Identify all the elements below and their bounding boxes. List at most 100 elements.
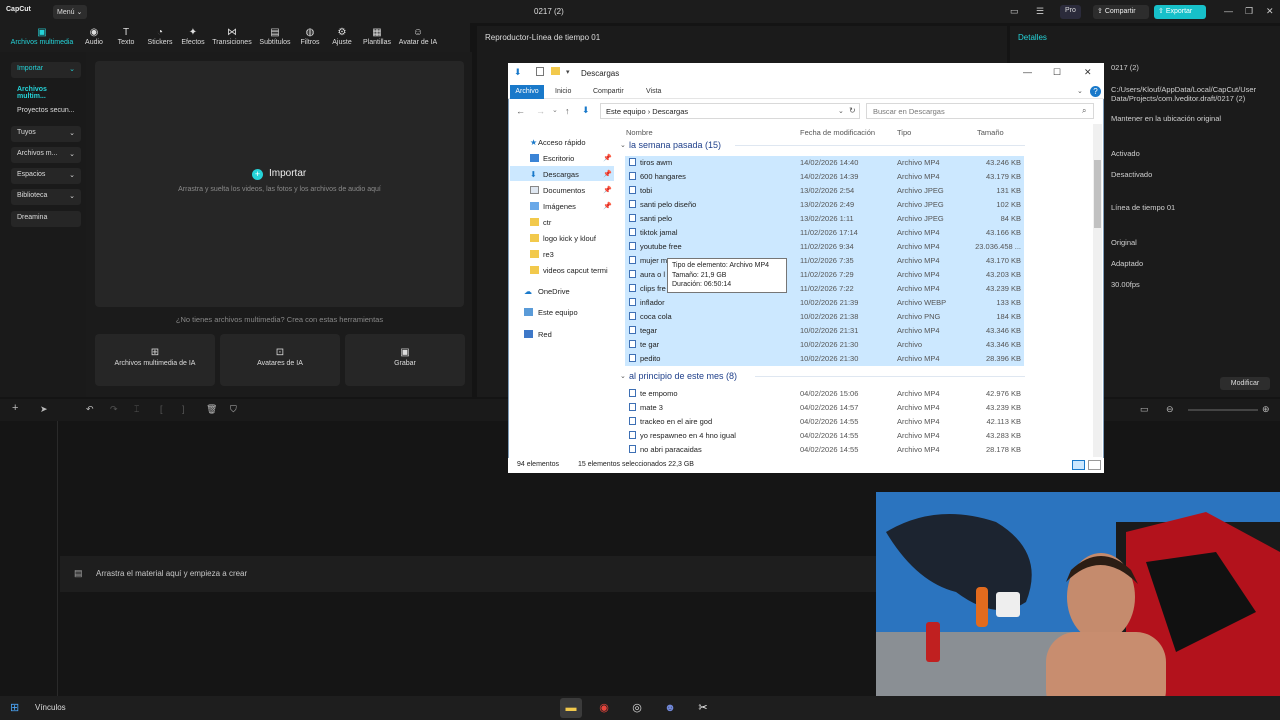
tab-archivo[interactable]: Archivo	[510, 85, 544, 99]
file-name[interactable]: tobi	[640, 186, 652, 195]
discord-taskbar-icon[interactable]: ☻	[659, 698, 681, 718]
layout-icon[interactable]: ▭	[1010, 6, 1019, 17]
zoom-in-icon[interactable]: ⊕	[1262, 404, 1270, 415]
column-tipo[interactable]: Tipo	[897, 128, 911, 137]
nav-biblioteca[interactable]: Biblioteca ⌄	[11, 189, 81, 205]
nav-espacios[interactable]: Espacios ⌄	[11, 168, 81, 184]
tab-compartir[interactable]: Compartir	[593, 88, 624, 95]
sidebar-escritorio[interactable]: Escritorio	[543, 154, 574, 163]
file-name[interactable]: coca cola	[640, 312, 672, 321]
tool-avatar-ia[interactable]: ☺ Avatar de IA	[396, 27, 440, 46]
nav-archivos-m[interactable]: Archivos m... ⌄	[11, 147, 81, 163]
delete-icon[interactable]: 🗑	[206, 404, 217, 415]
file-name[interactable]: tegar	[640, 326, 657, 335]
file-name[interactable]: no abri paracaidas	[640, 445, 702, 454]
sidebar-imagenes[interactable]: Imágenes	[543, 202, 576, 211]
sidebar-este-equipo[interactable]: Este equipo	[538, 308, 578, 317]
forward-arrow-icon[interactable]: →	[536, 106, 545, 116]
help-icon[interactable]: ?	[1090, 86, 1101, 97]
nav-archivos-multimedia[interactable]: Archivos multim...	[11, 83, 81, 100]
file-name[interactable]: aura o l	[640, 270, 665, 279]
sidebar-red[interactable]: Red	[538, 330, 552, 339]
tool-stickers[interactable]: ◔ Stickers	[144, 27, 176, 46]
minimize-icon[interactable]: —	[1224, 6, 1233, 16]
import-drop-zone[interactable]	[95, 61, 464, 307]
windows-start-icon[interactable]: ⊞	[10, 701, 19, 714]
select-tool-icon[interactable]: ➤	[40, 404, 48, 415]
up-arrow-icon[interactable]: ↑	[565, 106, 570, 116]
pin-icon[interactable]: 📌	[603, 154, 612, 162]
recent-dropdown-icon[interactable]: ⌄	[552, 106, 558, 114]
group-header-last-week[interactable]: la semana pasada (15)	[629, 140, 721, 150]
search-icon[interactable]: ⌕	[1082, 106, 1086, 116]
pin-icon[interactable]: 📌	[603, 202, 612, 210]
sidebar-descargas[interactable]: Descargas	[543, 170, 579, 179]
file-name[interactable]: te empomo	[640, 389, 678, 398]
file-name[interactable]: yo respawneo en 4 hno igual	[640, 431, 736, 440]
taskbar-links-label[interactable]: Vínculos	[35, 703, 66, 712]
share-button[interactable]: ⇪ Compartir	[1093, 5, 1149, 19]
new-folder-icon[interactable]	[551, 67, 560, 75]
tool-texto[interactable]: T Texto	[112, 27, 140, 46]
properties-icon[interactable]	[536, 67, 544, 76]
sidebar-folder-videos[interactable]: videos capcut termi	[543, 266, 613, 275]
pin-icon[interactable]: 📌	[603, 170, 612, 178]
address-path[interactable]: Este equipo › Descargas	[606, 107, 688, 116]
file-name[interactable]: clips fre	[640, 284, 666, 293]
tab-vista[interactable]: Vista	[646, 88, 661, 95]
preview-icon[interactable]: ▭	[1140, 404, 1149, 415]
column-nombre[interactable]: Nombre	[626, 128, 653, 137]
sidebar-documentos[interactable]: Documentos	[543, 186, 585, 195]
sidebar-folder-ctr[interactable]: ctr	[543, 218, 551, 227]
record-card[interactable]: ▣ Grabar	[345, 334, 465, 386]
sidebar-folder-re3[interactable]: re3	[543, 250, 554, 259]
group-header-this-month[interactable]: al principio de este mes (8)	[629, 371, 737, 381]
list-icon[interactable]: ☰	[1036, 6, 1044, 17]
tool-archivos-multimedia[interactable]: ▣ Archivos multimedia	[8, 27, 76, 46]
split-left-icon[interactable]: [	[160, 404, 163, 414]
collapse-chevron-icon[interactable]: ⌄	[620, 372, 626, 380]
redo-icon[interactable]: ↷	[110, 404, 118, 415]
zoom-slider[interactable]	[1188, 409, 1258, 411]
ribbon-expand-icon[interactable]: ⌄	[1077, 87, 1083, 95]
file-name[interactable]: te gar	[640, 340, 659, 349]
modify-button[interactable]: Modificar	[1220, 377, 1270, 390]
export-button[interactable]: ⇧ Exportar	[1154, 5, 1206, 19]
nav-importar[interactable]: Importar ⌄	[11, 62, 81, 78]
refresh-icon[interactable]: ↻	[849, 106, 856, 115]
file-name[interactable]: mujer m	[640, 256, 667, 265]
sidebar-acceso-rapido[interactable]: Acceso rápido	[538, 138, 586, 147]
explorer-maximize-icon[interactable]: ☐	[1053, 67, 1061, 78]
column-tamano[interactable]: Tamaño	[977, 128, 1004, 137]
tool-efectos[interactable]: ✦ Efectos	[178, 27, 208, 46]
capcut-taskbar-icon[interactable]: ✂	[692, 698, 714, 718]
collapse-chevron-icon[interactable]: ⌄	[620, 141, 626, 149]
tool-transiciones[interactable]: ⋈ Transiciones	[210, 27, 254, 46]
sidebar-folder-logo[interactable]: logo kick y klouf	[543, 234, 596, 243]
tab-inicio[interactable]: Inicio	[555, 88, 571, 95]
split-right-icon[interactable]: ]	[182, 404, 185, 414]
file-explorer-taskbar-icon[interactable]: ▬	[560, 698, 582, 718]
add-track-icon[interactable]: +	[12, 402, 18, 414]
close-icon[interactable]: ✕	[1266, 6, 1274, 17]
quick-access-dropdown-icon[interactable]: ▾	[566, 68, 570, 76]
address-dropdown-icon[interactable]: ⌄	[838, 107, 844, 115]
undo-icon[interactable]: ↶	[86, 404, 94, 415]
tool-audio[interactable]: ◉ Audio	[80, 27, 108, 46]
crumb-descargas[interactable]: Descargas	[652, 107, 688, 116]
file-name[interactable]: santi pelo diseño	[640, 200, 696, 209]
file-name[interactable]: inflador	[640, 298, 665, 307]
nav-dreamina[interactable]: Dreamina	[11, 211, 81, 227]
file-name[interactable]: santi pelo	[640, 214, 672, 223]
file-name[interactable]: trackeo en el aire god	[640, 417, 712, 426]
file-name[interactable]: pedito	[640, 354, 660, 363]
large-icons-view-icon[interactable]	[1088, 460, 1101, 470]
file-name[interactable]: 600 hangares	[640, 172, 686, 181]
import-button[interactable]: Importar	[269, 168, 306, 179]
restore-icon[interactable]: ❐	[1245, 6, 1253, 17]
file-name[interactable]: tiros awm	[640, 158, 672, 167]
nav-proyectos-secundarios[interactable]: Proyectos secun...	[11, 104, 81, 120]
split-icon[interactable]: ⌶	[134, 404, 139, 415]
tool-ajuste[interactable]: ⚙ Ajuste	[328, 27, 356, 46]
explorer-close-icon[interactable]: ✕	[1084, 67, 1092, 78]
